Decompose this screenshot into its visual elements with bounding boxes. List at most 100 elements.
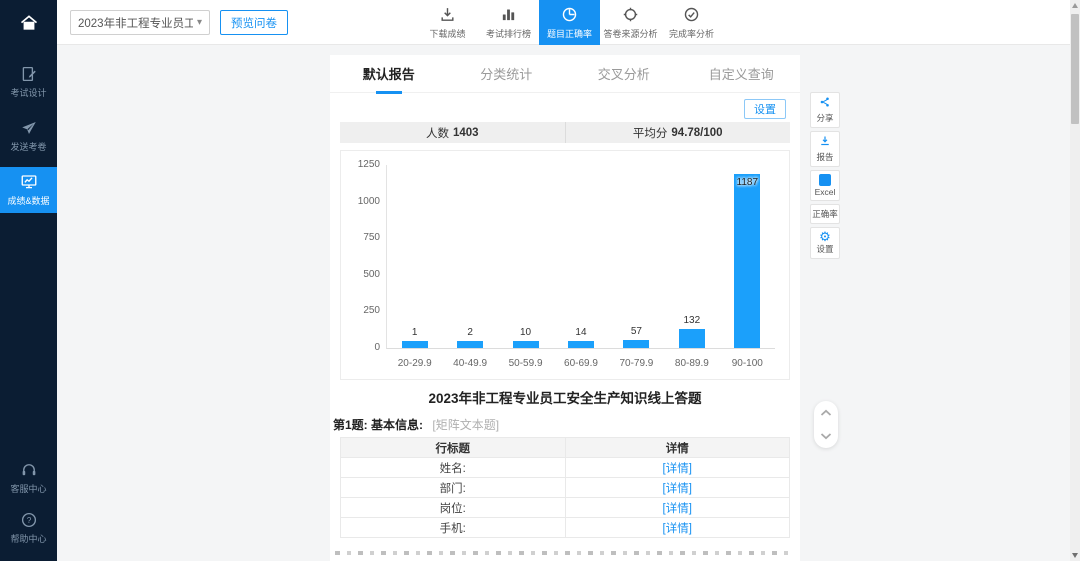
tab-cross-analysis[interactable]: 交叉分析 [565,55,683,92]
nav-item-answer-source-analysis[interactable]: 答卷来源分析 [600,0,661,45]
help-icon: ? [20,511,38,529]
report-tabs: 默认报告 分类统计 交叉分析 自定义查询 [330,55,800,93]
pie-icon [561,6,578,25]
bar-value-label: 14 [575,327,586,338]
share-icon [819,96,831,111]
chevron-down-icon [820,427,832,444]
send-icon [20,119,38,137]
sidebar-item-help-center[interactable]: ? 帮助中心 [0,505,57,551]
table-header-row: 行标题 详情 [341,438,790,458]
download-icon [439,6,456,25]
chart-bar: 118790-100 [734,174,760,348]
x-axis-label: 90-100 [732,358,763,369]
avg-value: 94.78/100 [671,127,722,139]
tab-category-stats[interactable]: 分类统计 [448,55,566,92]
chart-bar: 1050-59.9 [513,341,539,348]
y-axis-tick: 500 [346,270,380,280]
sidebar-item-label: 成绩&数据 [7,194,49,207]
nav-item-label: 考试排行榜 [486,27,531,40]
survey-select-value: 2023年非工程专业员工安全生... [78,15,193,31]
scroll-up-button[interactable] [820,409,832,417]
accuracy-rate-button[interactable]: 正确率 [810,204,840,224]
stats-top-nav: 下载成绩 考试排行榜 题目正确率 答卷来源分析 完成率分析 [417,0,722,45]
y-axis-tick: 0 [346,343,380,353]
table-row: 手机: [详情] [341,518,790,538]
count-label: 人数 [426,125,449,141]
bar-value-label: 10 [520,327,531,338]
nav-item-exam-ranking[interactable]: 考试排行榜 [478,0,539,45]
check-circle-icon [683,6,700,25]
nav-item-download-scores[interactable]: 下载成绩 [417,0,478,45]
column-header-detail: 详情 [565,438,790,458]
question-label: 基本信息: [371,418,423,432]
nav-item-label: 答卷来源分析 [603,27,657,40]
share-button[interactable]: 分享 [810,92,840,128]
detail-link[interactable]: [详情] [663,523,692,535]
table-row: 岗位: [详情] [341,498,790,518]
sidebar-item-label: 帮助中心 [10,532,46,545]
nav-item-label: 下载成绩 [429,27,465,40]
row-title-cell: 姓名: [341,458,566,478]
scrollbar-thumb[interactable] [1071,14,1079,124]
action-label: 设置 [816,243,833,255]
y-axis-tick: 1000 [346,197,380,207]
detail-link[interactable]: [详情] [663,483,692,495]
scrollbar-up-arrow-icon[interactable] [1072,3,1078,8]
nav-item-label: 完成率分析 [669,27,714,40]
detail-link[interactable]: [详情] [663,503,692,515]
excel-export-button[interactable]: X Excel [810,170,840,201]
x-axis-label: 40-49.9 [453,358,487,369]
scrollbar-down-arrow-icon[interactable] [1072,553,1078,558]
report-download-button[interactable]: 报告 [810,131,840,167]
top-bar: 2023年非工程专业员工安全生... ▾ 预览问卷 下载成绩 考试排行榜 题目正… [57,0,1080,45]
bar-value-label: 57 [631,326,642,337]
report-download-icon [819,135,831,150]
nav-item-question-accuracy[interactable]: 题目正确率 [539,0,600,45]
sidebar-item-label: 客服中心 [10,482,46,495]
avg-label: 平均分 [633,125,668,141]
x-axis-label: 70-79.9 [619,358,653,369]
score-distribution-chart: 025050075010001250120-29.9240-49.91050-5… [340,150,790,380]
chart-bar-slot: 240-49.9 [442,165,497,348]
detail-link[interactable]: [详情] [663,463,692,475]
sidebar-item-send-paper[interactable]: 发送考卷 [0,113,57,159]
exam-design-icon [20,65,38,83]
chart-bar-slot: 13280-89.9 [664,165,719,348]
preview-questionnaire-button[interactable]: 预览问卷 [220,10,288,35]
count-value: 1403 [453,127,479,139]
sidebar-item-label: 发送考卷 [10,140,46,153]
sidebar-item-home[interactable] [0,0,57,45]
scroll-down-button[interactable] [820,432,832,440]
table-row: 姓名: [详情] [341,458,790,478]
tab-default-report[interactable]: 默认报告 [330,55,448,92]
y-axis-tick: 250 [346,306,380,316]
question-number: 第1题: [333,418,368,432]
x-axis-label: 20-29.9 [398,358,432,369]
chevron-down-icon: ▾ [197,17,202,28]
report-settings-button[interactable]: 设置 [744,99,786,119]
rail-settings-button[interactable]: ⚙ 设置 [810,227,840,259]
page-scroll-pill [814,401,838,448]
nav-item-completion-rate-analysis[interactable]: 完成率分析 [661,0,722,45]
window-scrollbar[interactable] [1070,0,1080,561]
survey-select-dropdown[interactable]: 2023年非工程专业员工安全生... ▾ [70,10,210,35]
chart-bar-slot: 1050-59.9 [498,165,553,348]
chart-plot: 025050075010001250120-29.9240-49.91050-5… [386,165,775,349]
bar-value-label: 2 [467,327,473,338]
question-heading: 第1题: 基本信息: [矩阵文本题] [333,416,499,433]
compass-icon [622,6,639,25]
chart-bar-slot: 118790-100 [720,165,775,348]
sidebar-item-support-center[interactable]: 客服中心 [0,455,57,501]
chart-bar: 5770-79.9 [623,340,649,348]
chart-bar: 240-49.9 [457,341,483,348]
average-score-stat: 平均分 94.78/100 [566,122,791,143]
chevron-up-icon [820,404,832,421]
home-icon [19,13,39,33]
sidebar-item-scores-data[interactable]: 成绩&数据 [0,167,57,213]
y-axis-tick: 750 [346,233,380,243]
action-label: 报告 [816,151,833,163]
floating-action-rail: 分享 报告 X Excel 正确率 ⚙ 设置 [810,92,840,259]
tab-custom-query[interactable]: 自定义查询 [683,55,801,92]
x-axis-label: 60-69.9 [564,358,598,369]
sidebar-item-exam-design[interactable]: 考试设计 [0,59,57,105]
